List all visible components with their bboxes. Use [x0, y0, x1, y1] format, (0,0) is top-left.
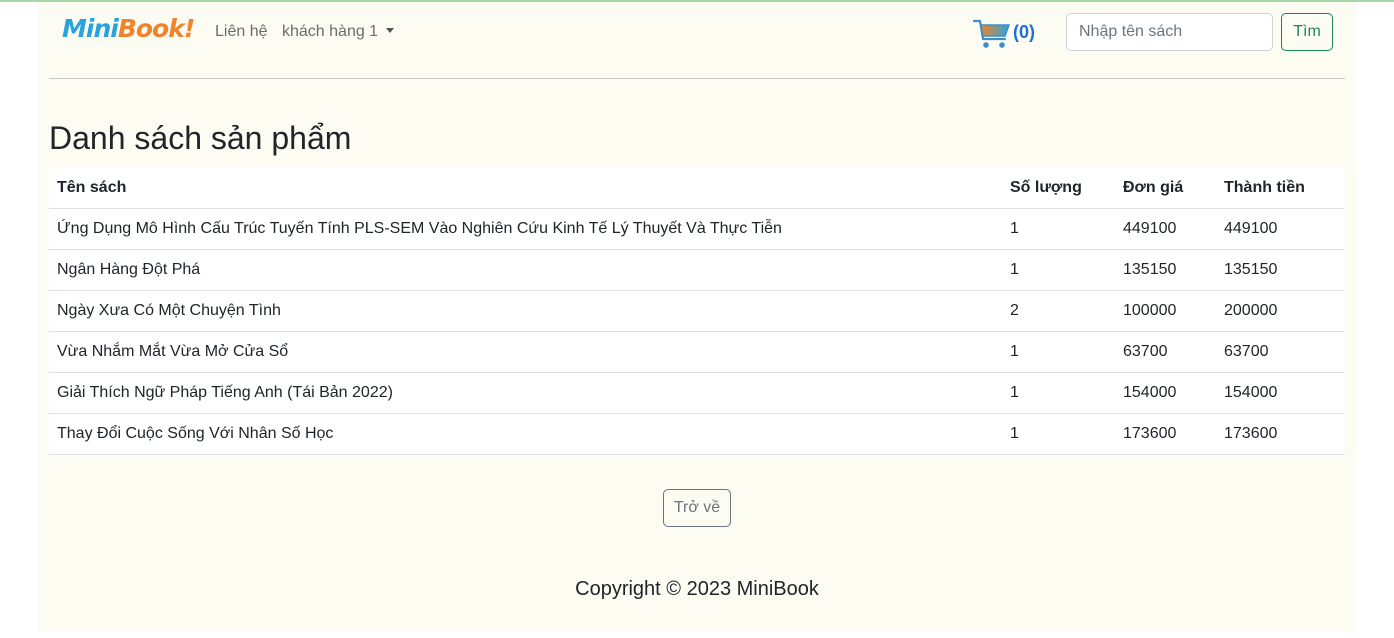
table-header-row: Tên sách Số lượng Đơn giá Thành tiền [49, 168, 1345, 209]
cell-quantity: 1 [1002, 208, 1115, 250]
search-button[interactable]: Tìm [1281, 13, 1333, 51]
cell-total: 200000 [1216, 290, 1345, 332]
brand-logo-book: Book! [117, 14, 195, 43]
cell-total: 449100 [1216, 208, 1345, 250]
footer-copyright: Copyright © 2023 MiniBook [575, 578, 819, 600]
header-quantity: Số lượng [1002, 168, 1115, 209]
shopping-cart-icon[interactable] [972, 16, 1012, 50]
cell-unit-price: 135150 [1115, 249, 1216, 291]
cell-unit-price: 449100 [1115, 208, 1216, 250]
back-button[interactable]: Trở về [663, 489, 731, 527]
cell-total: 63700 [1216, 331, 1345, 373]
cell-book-name: Ngày Xưa Có Một Chuyện Tình [49, 290, 1002, 332]
brand-logo[interactable]: MiniBook! [62, 14, 195, 43]
table-row: Ngày Xưa Có Một Chuyện Tình 2 100000 200… [49, 290, 1345, 332]
cell-book-name: Ứng Dụng Mô Hình Cấu Trúc Tuyến Tính PLS… [49, 208, 1002, 250]
cell-total: 135150 [1216, 249, 1345, 291]
search-input[interactable] [1066, 13, 1273, 51]
cell-book-name: Vừa Nhắm Mắt Vừa Mở Cửa Sổ [49, 331, 1002, 373]
product-table: Tên sách Số lượng Đơn giá Thành tiền Ứng… [49, 168, 1345, 455]
header-unit-price: Đơn giá [1115, 168, 1216, 209]
cart-count[interactable]: (0) [1013, 22, 1035, 43]
cell-quantity: 1 [1002, 331, 1115, 373]
cell-book-name: Thay Đổi Cuộc Sống Với Nhân Số Học [49, 413, 1002, 455]
table-row: Ngân Hàng Đột Phá 1 135150 135150 [49, 249, 1345, 291]
cell-unit-price: 63700 [1115, 331, 1216, 373]
cell-total: 154000 [1216, 372, 1345, 414]
cell-unit-price: 154000 [1115, 372, 1216, 414]
table-row: Thay Đổi Cuộc Sống Với Nhân Số Học 1 173… [49, 413, 1345, 455]
shopping-cart-icon-svg [972, 19, 1011, 48]
cell-unit-price: 100000 [1115, 290, 1216, 332]
customer-dropdown[interactable]: khách hàng 1 [282, 23, 395, 41]
cell-unit-price: 173600 [1115, 413, 1216, 455]
header-total: Thành tiền [1216, 168, 1345, 209]
page-title: Danh sách sản phẩm [49, 120, 352, 156]
table-row: Vừa Nhắm Mắt Vừa Mở Cửa Sổ 1 63700 63700 [49, 331, 1345, 373]
nav-contact-link[interactable]: Liên hệ [215, 23, 268, 41]
header-divider [49, 78, 1345, 79]
table-row: Ứng Dụng Mô Hình Cấu Trúc Tuyến Tính PLS… [49, 208, 1345, 250]
cell-quantity: 2 [1002, 290, 1115, 332]
cell-quantity: 1 [1002, 372, 1115, 414]
navbar: MiniBook! Liên hệ khách hàng 1 (0) Tìm [38, 2, 1356, 64]
cell-quantity: 1 [1002, 413, 1115, 455]
caret-down-icon [386, 28, 395, 33]
page-container: MiniBook! Liên hệ khách hàng 1 (0) Tìm D… [38, 2, 1356, 632]
cell-book-name: Ngân Hàng Đột Phá [49, 249, 1002, 291]
brand-logo-mini: Mini [62, 14, 119, 43]
cell-quantity: 1 [1002, 249, 1115, 291]
header-book-name: Tên sách [49, 168, 1002, 209]
cell-total: 173600 [1216, 413, 1345, 455]
table-row: Giải Thích Ngữ Pháp Tiếng Anh (Tái Bản 2… [49, 372, 1345, 414]
cell-book-name: Giải Thích Ngữ Pháp Tiếng Anh (Tái Bản 2… [49, 372, 1002, 414]
customer-dropdown-label: khách hàng 1 [282, 23, 379, 40]
